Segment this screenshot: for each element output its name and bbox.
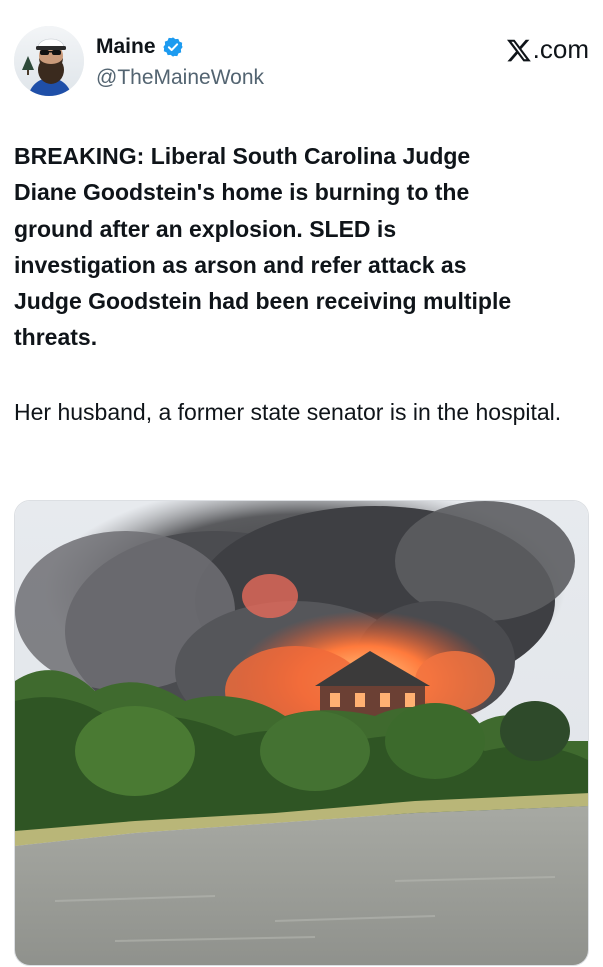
photo-illustration	[15, 501, 588, 965]
verified-badge-icon	[162, 36, 184, 58]
avatar[interactable]	[14, 26, 84, 96]
post-card: Maine @TheMaineWonk .com BREAKING: Liber…	[0, 0, 603, 967]
display-name[interactable]: Maine	[96, 35, 156, 59]
post-followup: Her husband, a former state senator is i…	[14, 398, 562, 425]
post-text: BREAKING: Liberal South Carolina Judge D…	[14, 138, 589, 430]
x-logo-icon	[506, 37, 532, 63]
author-handle[interactable]: @TheMaineWonk	[96, 66, 264, 90]
brand-label: .com	[506, 34, 589, 65]
post-headline: BREAKING: Liberal South Carolina Judge D…	[14, 143, 512, 351]
house-fire-photo[interactable]	[14, 500, 589, 966]
author-names: Maine @TheMaineWonk	[96, 34, 264, 90]
avatar-image	[14, 26, 84, 96]
post-header: Maine @TheMaineWonk .com	[14, 24, 589, 100]
display-name-row: Maine	[96, 34, 264, 60]
brand-domain: .com	[532, 34, 589, 64]
